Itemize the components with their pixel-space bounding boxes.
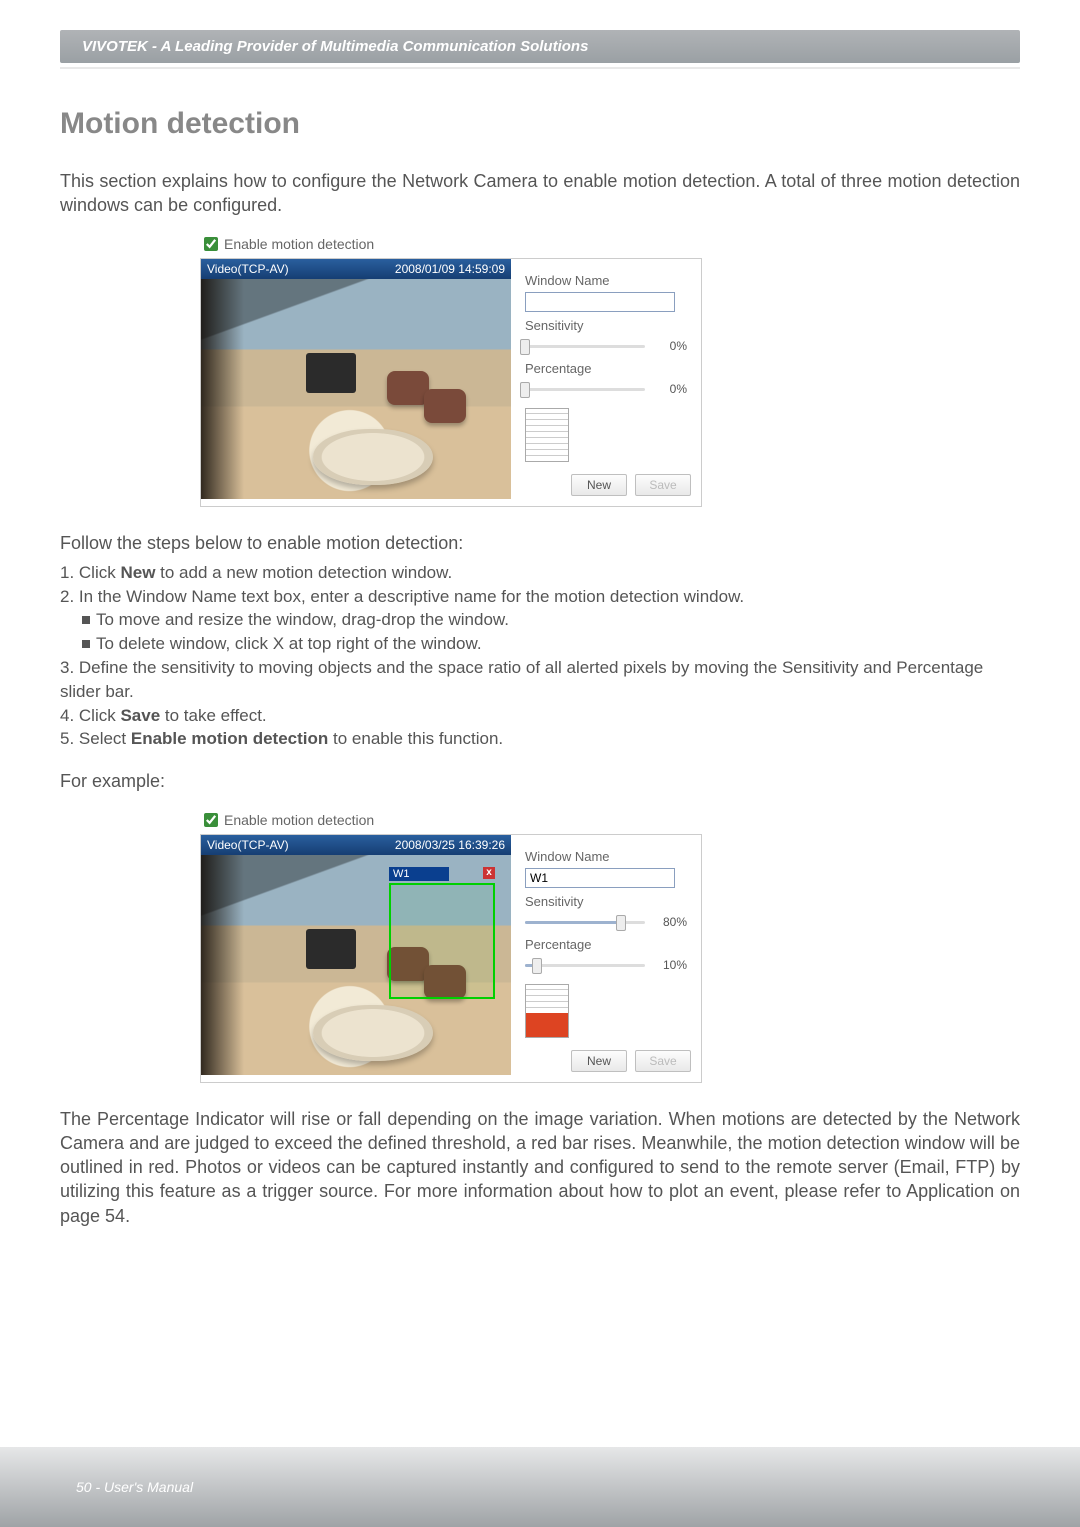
window-name-label-2: Window Name bbox=[525, 849, 691, 864]
window-name-input[interactable] bbox=[525, 292, 675, 312]
controls-2: Window Name Sensitivity 80% Percentage bbox=[511, 835, 701, 1082]
percentage-indicator-2 bbox=[525, 984, 569, 1038]
close-icon[interactable]: x bbox=[483, 867, 495, 879]
controls-1: Window Name Sensitivity 0% Percentage bbox=[511, 259, 701, 506]
video-source-label: Video(TCP-AV) bbox=[207, 262, 289, 276]
video-frame-1[interactable] bbox=[201, 279, 511, 499]
sensitivity-label-2: Sensitivity bbox=[525, 894, 691, 909]
steps-list: 1. Click New to add a new motion detecti… bbox=[60, 561, 1020, 751]
percentage-slider-2[interactable] bbox=[525, 956, 645, 974]
video-preview-1: Video(TCP-AV) 2008/01/09 14:59:09 bbox=[201, 259, 511, 506]
video-frame-2[interactable]: W1 x bbox=[201, 855, 511, 1075]
video-preview-2: Video(TCP-AV) 2008/03/25 16:39:26 W1 x bbox=[201, 835, 511, 1082]
video-source-label-2: Video(TCP-AV) bbox=[207, 838, 289, 852]
sensitivity-value: 0% bbox=[653, 339, 687, 353]
video-titlebar-1: Video(TCP-AV) 2008/01/09 14:59:09 bbox=[201, 259, 511, 279]
bullet-icon bbox=[82, 616, 90, 624]
enable-motion-label: Enable motion detection bbox=[224, 236, 374, 252]
section-title: Motion detection bbox=[60, 107, 1020, 141]
closing-paragraph: The Percentage Indicator will rise or fa… bbox=[60, 1107, 1020, 1228]
bullet-icon bbox=[82, 640, 90, 648]
figure-1: Enable motion detection Video(TCP-AV) 20… bbox=[200, 236, 820, 507]
new-button-2[interactable]: New bbox=[571, 1050, 627, 1072]
window-name-label: Window Name bbox=[525, 273, 691, 288]
percentage-slider[interactable] bbox=[525, 380, 645, 398]
motion-window-w1[interactable]: W1 x bbox=[389, 883, 495, 999]
window-name-input-2[interactable] bbox=[525, 868, 675, 888]
intro-paragraph: This section explains how to configure t… bbox=[60, 169, 1020, 218]
enable-motion-checkbox-row-2[interactable]: Enable motion detection bbox=[204, 812, 374, 828]
percentage-value-2: 10% bbox=[653, 958, 687, 972]
motion-panel-2: Video(TCP-AV) 2008/03/25 16:39:26 W1 x W bbox=[200, 834, 702, 1083]
save-button[interactable]: Save bbox=[635, 474, 691, 496]
video-timestamp-2: 2008/03/25 16:39:26 bbox=[395, 838, 505, 852]
percentage-indicator bbox=[525, 408, 569, 462]
sensitivity-value-2: 80% bbox=[653, 915, 687, 929]
header-divider bbox=[60, 67, 1020, 69]
percentage-label: Percentage bbox=[525, 361, 691, 376]
sensitivity-label: Sensitivity bbox=[525, 318, 691, 333]
page-number: 50 - User's Manual bbox=[76, 1479, 193, 1495]
video-timestamp: 2008/01/09 14:59:09 bbox=[395, 262, 505, 276]
sensitivity-slider[interactable] bbox=[525, 337, 645, 355]
video-titlebar-2: Video(TCP-AV) 2008/03/25 16:39:26 bbox=[201, 835, 511, 855]
figure-2: Enable motion detection Video(TCP-AV) 20… bbox=[200, 812, 820, 1083]
enable-motion-checkbox-2[interactable] bbox=[204, 813, 218, 827]
enable-motion-label-2: Enable motion detection bbox=[224, 812, 374, 828]
percentage-label-2: Percentage bbox=[525, 937, 691, 952]
sensitivity-slider-2[interactable] bbox=[525, 913, 645, 931]
percentage-value: 0% bbox=[653, 382, 687, 396]
enable-motion-checkbox[interactable] bbox=[204, 237, 218, 251]
page-header: VIVOTEK - A Leading Provider of Multimed… bbox=[60, 30, 1020, 63]
enable-motion-checkbox-row[interactable]: Enable motion detection bbox=[204, 236, 374, 252]
example-label: For example: bbox=[60, 769, 1020, 793]
steps-lead: Follow the steps below to enable motion … bbox=[60, 531, 1020, 555]
new-button[interactable]: New bbox=[571, 474, 627, 496]
motion-panel-1: Video(TCP-AV) 2008/01/09 14:59:09 Window… bbox=[200, 258, 702, 507]
motion-window-title[interactable]: W1 bbox=[389, 867, 449, 881]
page-footer: 50 - User's Manual bbox=[0, 1447, 1080, 1527]
save-button-2[interactable]: Save bbox=[635, 1050, 691, 1072]
